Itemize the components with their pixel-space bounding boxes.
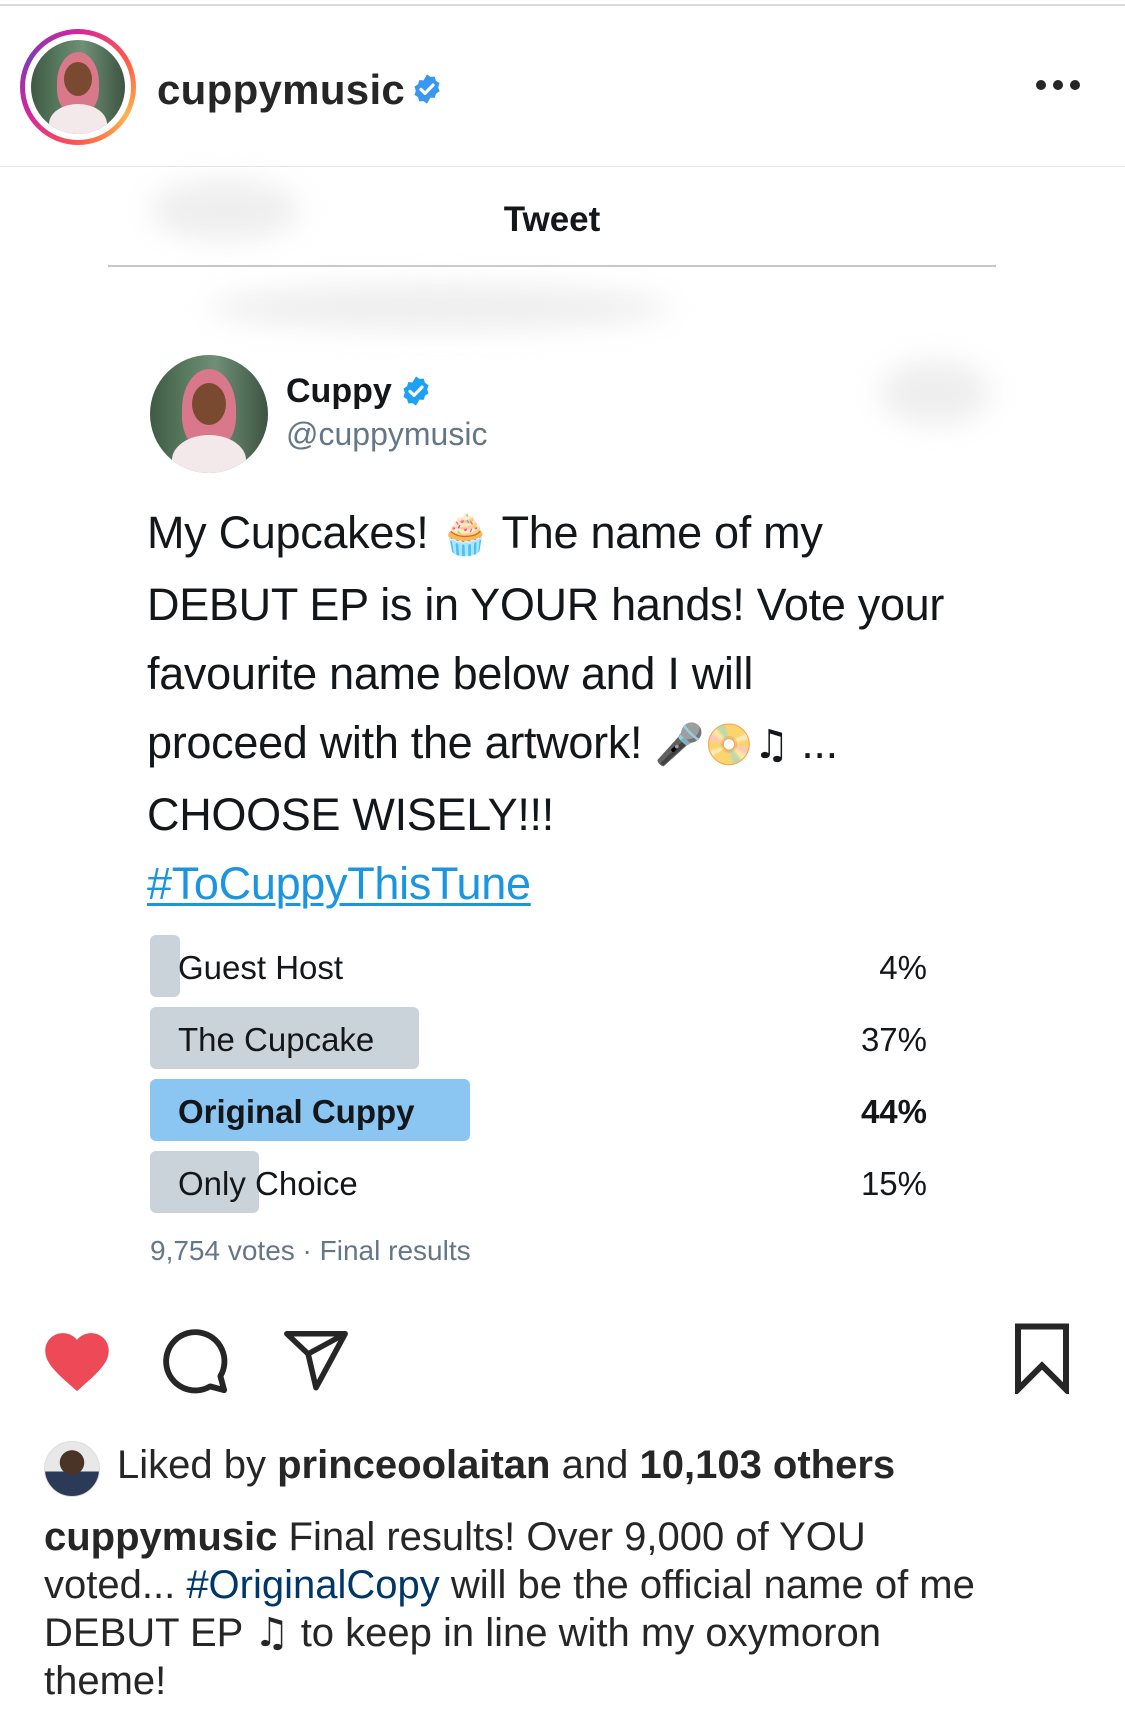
profile-avatar[interactable] <box>20 29 136 145</box>
tweet-divider <box>108 265 996 267</box>
poll-option-winner: Original Cuppy 44% <box>150 1079 927 1145</box>
tweet-header-title: Tweet <box>503 200 601 239</box>
caption-hashtag-link[interactable]: #OriginalCopy <box>186 1563 439 1607</box>
blurred-region <box>210 285 670 330</box>
paper-plane-icon[interactable] <box>280 1325 352 1395</box>
poll-option-label: Original Cuppy <box>178 1093 415 1130</box>
liker-username[interactable]: princeoolaitan <box>277 1443 550 1487</box>
poll-option-label: Guest Host <box>178 949 344 986</box>
poll-option-percent: 15% <box>860 1165 927 1202</box>
poll-bar <box>150 935 180 997</box>
tweet-line: proceed with the artwork! 🎤📀♫ ... <box>147 717 838 768</box>
post-header: cuppymusic <box>0 6 1125 167</box>
poll: Guest Host 4% The Cupcake 37% Original C… <box>150 935 927 1223</box>
blurred-region <box>880 360 990 425</box>
tweet-line: DEBUT EP is in YOUR hands! Vote your <box>147 579 945 630</box>
tweet-line: CHOOSE WISELY!!! <box>147 789 554 840</box>
music-note-emoji-icon: ♫ <box>753 722 790 768</box>
caption-line: DEBUT EP ♫ to keep in line with my oxymo… <box>44 1610 881 1656</box>
tweet-hashtag-link[interactable]: #ToCuppyThisTune <box>147 858 531 909</box>
poll-option-label: Only Choice <box>178 1165 358 1202</box>
tweet-author-name: Cuppy <box>286 372 392 410</box>
poll-option-percent: 44% <box>860 1093 927 1130</box>
poll-option-percent: 37% <box>860 1021 927 1058</box>
caption-line: cuppymusic Final results! Over 9,000 of … <box>44 1515 866 1559</box>
comment-icon[interactable] <box>160 1326 230 1396</box>
tweet-line: My Cupcakes! 🧁 The name of my <box>147 507 823 558</box>
bookmark-icon[interactable] <box>1010 1322 1074 1394</box>
more-horizontal-icon[interactable] <box>1036 78 1084 92</box>
music-note-icon: ♫ <box>253 1610 290 1656</box>
caption-line: theme! <box>44 1659 167 1703</box>
liker-avatar[interactable] <box>44 1441 100 1497</box>
verified-badge-icon <box>414 74 440 104</box>
tweet-body: My Cupcakes! 🧁 The name of my DEBUT EP i… <box>147 498 997 918</box>
poll-option: Only Choice 15% <box>150 1151 927 1217</box>
likes-summary[interactable]: Liked by princeoolaitan and 10,103 other… <box>117 1443 895 1488</box>
post-caption: cuppymusic Final results! Over 9,000 of … <box>44 1513 1084 1705</box>
caption-line: voted... #OriginalCopy will be the offic… <box>44 1563 975 1607</box>
poll-footer: 9,754 votes · Final results <box>150 1235 471 1266</box>
microphone-emoji-icon: 🎤 <box>654 722 704 768</box>
poll-option-label: The Cupcake <box>178 1021 375 1058</box>
tweet-author-handle: @cuppymusic <box>286 416 488 452</box>
cupcake-emoji-icon: 🧁 <box>440 512 491 558</box>
tweet-author-avatar <box>150 355 268 473</box>
poll-option: Guest Host 4% <box>150 935 927 1001</box>
likes-count[interactable]: 10,103 others <box>639 1443 895 1487</box>
caption-username[interactable]: cuppymusic <box>44 1515 277 1559</box>
tweet-hashtag-line: #ToCuppyThisTune <box>147 849 997 918</box>
tweet-verified-badge-icon <box>403 376 429 406</box>
disc-emoji-icon: 📀 <box>703 722 754 768</box>
poll-option-percent: 4% <box>879 949 927 986</box>
post-username[interactable]: cuppymusic <box>157 66 405 114</box>
tweet-line: favourite name below and I will <box>147 648 754 699</box>
poll-option: The Cupcake 37% <box>150 1007 927 1073</box>
heart-filled-icon[interactable] <box>40 1325 114 1393</box>
